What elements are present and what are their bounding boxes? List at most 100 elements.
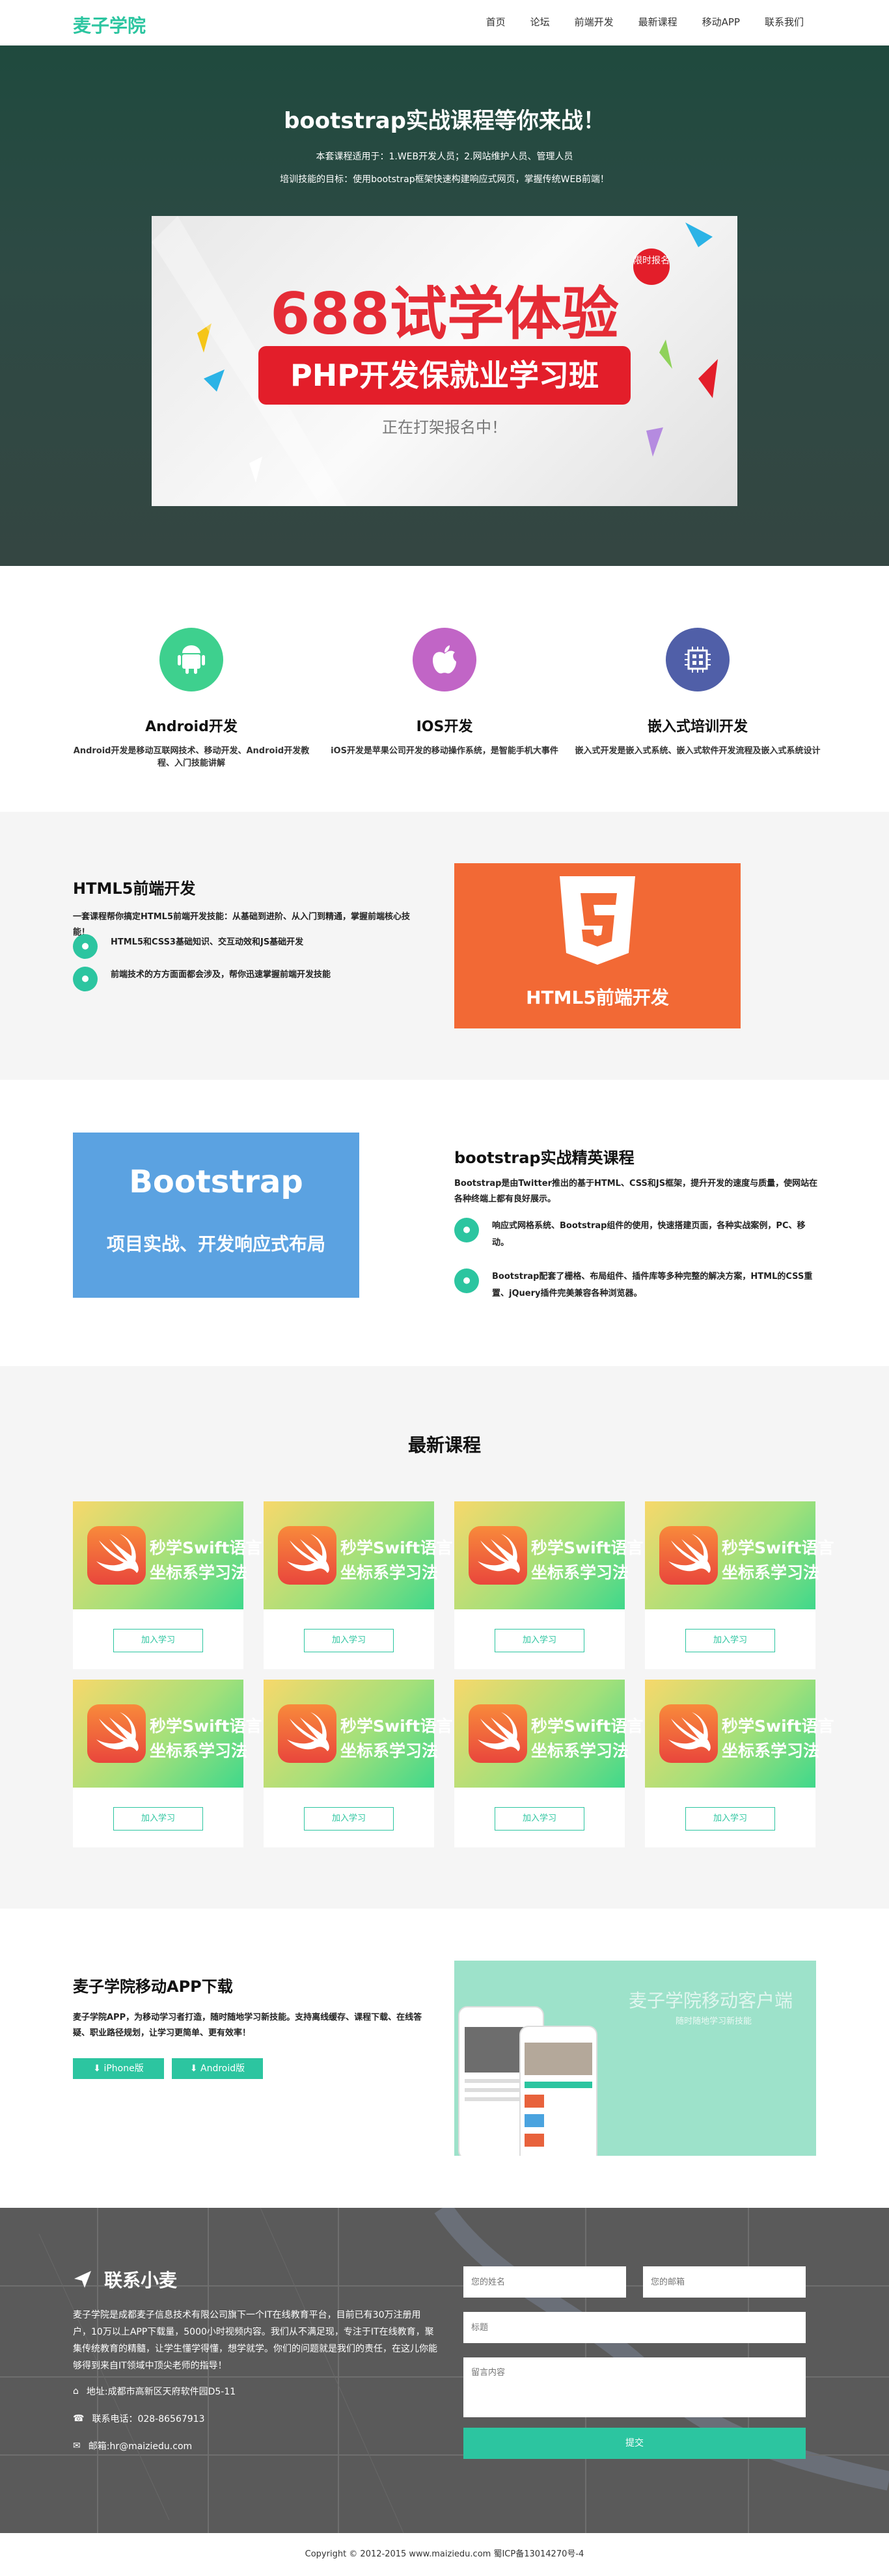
hero-section: bootstrap实战课程等你来战！ 本套课程适用于：1.WEB开发人员；2.网… (0, 46, 889, 566)
contact-address: ⌂ 地址:成都市高新区天府软件园D5-11 (73, 2385, 236, 2398)
footer: Copyright © 2012-2015 www.maiziedu.com 蜀… (0, 2533, 889, 2576)
html5-bullet-2: ● 前端技术的方方面面都会涉及，帮你迅速掌握前端开发技能 (73, 967, 411, 991)
course-card[interactable]: 秒学Swift语言 坐标系学习法加入学习 (264, 1680, 453, 1847)
course-title-line-1: 秒学Swift语言 (150, 1538, 262, 1557)
course-card[interactable]: 秒学Swift语言 坐标系学习法加入学习 (73, 1501, 262, 1669)
swift-icon (469, 1526, 527, 1585)
nav-item-latest-courses[interactable]: 最新课程 (626, 14, 690, 30)
join-course-button[interactable]: 加入学习 (304, 1629, 394, 1652)
contact-email: ✉ 邮箱:hr@maiziedu.com (73, 2439, 192, 2452)
limited-time-badge: 限时报名 (633, 248, 670, 285)
course-title-line-2: 坐标系学习法 (150, 1563, 248, 1582)
course-card[interactable]: 秒学Swift语言 坐标系学习法加入学习 (454, 1680, 644, 1847)
bootstrap-image-subtitle: 项目实战、开发响应式布局 (106, 1233, 325, 1255)
course-card[interactable]: 秒学Swift语言 坐标系学习法加入学习 (645, 1680, 834, 1847)
chip-icon (666, 628, 730, 691)
feature-desc: 嵌入式开发是嵌入式系统、嵌入式软件开发流程及嵌入式系统设计 (575, 746, 821, 756)
iphone-download-label: iPhone版 (103, 2063, 144, 2074)
main-nav: 首页 论坛 前端开发 最新课程 移动APP 联系我们 (474, 14, 816, 30)
course-card[interactable]: 秒学Swift语言 坐标系学习法加入学习 (264, 1501, 453, 1669)
bootstrap-image-title: Bootstrap (129, 1164, 303, 1200)
feature-ios: IOS开发 iOS开发是苹果公司开发的移动操作系统，是智能手机大事件 (321, 628, 568, 756)
app-image-subtitle: 随时随地学习新技能 (676, 2017, 752, 2026)
course-thumbnail[interactable]: 秒学Swift语言 坐标系学习法 (645, 1501, 834, 1609)
feature-embedded: 嵌入式培训开发 嵌入式开发是嵌入式系统、嵌入式软件开发流程及嵌入式系统设计 (574, 628, 821, 756)
courses-title: 最新课程 (407, 1434, 481, 1456)
subject-input[interactable] (463, 2312, 806, 2343)
navbar: 麦子学院 首页 论坛 前端开发 最新课程 移动APP 联系我们 (0, 0, 889, 46)
swift-icon (278, 1704, 336, 1763)
bootstrap-bullet-1: ● 响应式网格系统、Bootstrap组件的使用，快速搭建页面，各种实战案例，P… (454, 1218, 819, 1252)
join-course-button[interactable]: 加入学习 (685, 1629, 775, 1652)
bootstrap-desc: Bootstrap是由Twitter推出的基于HTML、CSS和JS框架，提升开… (454, 1179, 818, 1204)
course-thumbnail[interactable]: 秒学Swift语言 坐标系学习法 (454, 1680, 644, 1788)
course-title-line-1: 秒学Swift语言 (722, 1538, 834, 1557)
bullet-text: Bootstrap配套了栅格、布局组件、插件库等多种完整的解决方案，HTML的C… (492, 1272, 813, 1298)
contact-phone: ☎ 联系电话：028-86567913 (73, 2412, 204, 2425)
course-card[interactable]: 秒学Swift语言 坐标系学习法加入学习 (73, 1680, 262, 1847)
html5-logo-icon (560, 876, 635, 965)
course-title-line-2: 坐标系学习法 (531, 1563, 629, 1582)
bullet-text: HTML5和CSS3基础知识、交互动效和JS基础开发 (111, 937, 304, 947)
hero-audience: 本套课程适用于：1.WEB开发人员；2.网站维护人员、管理人员 (316, 152, 573, 162)
course-thumbnail[interactable]: 秒学Swift语言 坐标系学习法 (73, 1501, 262, 1609)
contact-section: 联系小麦 麦子学院是成都麦子信息技术有限公司旗下一个IT在线教育平台，目前已有3… (0, 2208, 889, 2533)
html5-image: HTML5前端开发 (454, 863, 741, 1028)
mail-icon: ✉ (73, 2441, 81, 2451)
paper-plane-icon (74, 2271, 91, 2288)
nav-item-frontend[interactable]: 前端开发 (562, 14, 626, 30)
download-icon: ⬇ (189, 2063, 201, 2074)
email-input[interactable] (643, 2266, 806, 2298)
submit-button[interactable]: 提交 (463, 2428, 806, 2459)
apple-icon (413, 628, 476, 691)
feature-desc: iOS开发是苹果公司开发的移动操作系统，是智能手机大事件 (331, 746, 558, 756)
message-input[interactable] (463, 2357, 806, 2417)
name-input[interactable] (463, 2266, 626, 2298)
contact-address-text: 地址:成都市高新区天府软件园D5-11 (86, 2387, 236, 2397)
join-course-button[interactable]: 加入学习 (495, 1807, 584, 1831)
android-download-button[interactable]: ⬇ Android版 (172, 2058, 263, 2079)
swift-icon (659, 1704, 718, 1763)
course-thumbnail[interactable]: 秒学Swift语言 坐标系学习法 (264, 1501, 453, 1609)
course-thumbnail[interactable]: 秒学Swift语言 坐标系学习法 (454, 1501, 644, 1609)
course-title-line-2: 坐标系学习法 (531, 1741, 629, 1760)
bullet-text: 响应式网格系统、Bootstrap组件的使用，快速搭建页面，各种实战案例，PC、… (492, 1221, 806, 1248)
course-title-line-1: 秒学Swift语言 (531, 1717, 644, 1736)
banner-php-course: PHP开发保就业学习班 (258, 346, 631, 405)
swift-icon (278, 1526, 336, 1585)
nav-item-home[interactable]: 首页 (474, 14, 518, 30)
course-title-line-2: 坐标系学习法 (340, 1563, 439, 1582)
join-course-button[interactable]: 加入学习 (685, 1807, 775, 1831)
bullet-text: 前端技术的方方面面都会涉及，帮你迅速掌握前端开发技能 (111, 970, 331, 980)
course-thumbnail[interactable]: 秒学Swift语言 坐标系学习法 (73, 1680, 262, 1788)
course-card[interactable]: 秒学Swift语言 坐标系学习法加入学习 (645, 1501, 834, 1669)
feature-title: 嵌入式培训开发 (647, 719, 748, 735)
course-thumbnail[interactable]: 秒学Swift语言 坐标系学习法 (264, 1680, 453, 1788)
hero-banner[interactable]: 688试学体验 PHP开发保就业学习班 正在打架报名中！ 限时报名 (152, 216, 737, 506)
join-course-button[interactable]: 加入学习 (495, 1629, 584, 1652)
course-thumbnail[interactable]: 秒学Swift语言 坐标系学习法 (645, 1680, 834, 1788)
nav-item-forum[interactable]: 论坛 (518, 14, 562, 30)
brand-logo[interactable]: 麦子学院 (73, 12, 146, 38)
drop-icon: ● (73, 967, 98, 991)
contact-email-text: 邮箱:hr@maiziedu.com (88, 2441, 193, 2452)
course-title-line-1: 秒学Swift语言 (340, 1538, 453, 1557)
bootstrap-bullet-2: ● Bootstrap配套了栅格、布局组件、插件库等多种完整的解决方案，HTML… (454, 1268, 819, 1302)
course-card[interactable]: 秒学Swift语言 坐标系学习法加入学习 (454, 1501, 644, 1669)
iphone-download-button[interactable]: ⬇ iPhone版 (73, 2058, 164, 2079)
join-course-button[interactable]: 加入学习 (113, 1807, 203, 1831)
nav-item-mobile-app[interactable]: 移动APP (690, 14, 752, 30)
join-course-button[interactable]: 加入学习 (304, 1807, 394, 1831)
join-course-button[interactable]: 加入学习 (113, 1629, 203, 1652)
swift-icon (87, 1704, 146, 1763)
swift-icon (659, 1526, 718, 1585)
feature-android: Android开发 Android开发是移动互联网技术、移动开发、Android… (68, 628, 315, 768)
contact-title: 联系小麦 (73, 2266, 177, 2292)
course-title-line-2: 坐标系学习法 (722, 1741, 820, 1760)
nav-item-contact[interactable]: 联系我们 (752, 14, 816, 30)
drop-icon: ● (454, 1268, 479, 1293)
contact-desc: 麦子学院是成都麦子信息技术有限公司旗下一个IT在线教育平台，目前已有30万注册用… (73, 2310, 437, 2371)
course-title-line-2: 坐标系学习法 (150, 1741, 248, 1760)
contact-phone-text: 联系电话：028-86567913 (92, 2414, 205, 2424)
feature-title: IOS开发 (416, 719, 473, 735)
